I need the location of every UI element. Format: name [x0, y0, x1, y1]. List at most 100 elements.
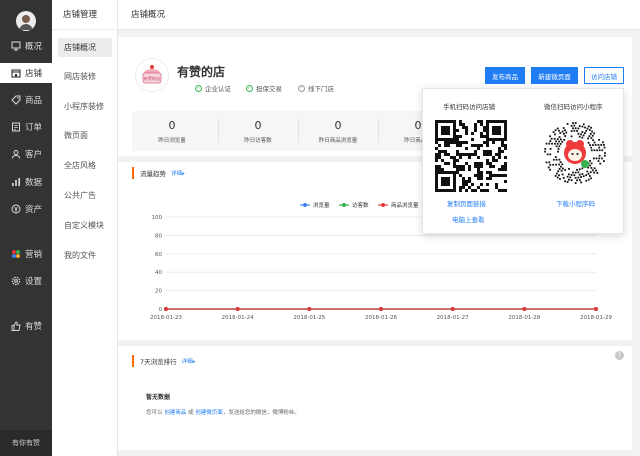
badge-enterprise-cert: ✓ 企业认证: [195, 83, 231, 93]
nav-customers[interactable]: 客户: [0, 144, 52, 164]
x-tick-label: 2018-01-26: [365, 315, 397, 321]
nav-assets[interactable]: 资产: [0, 199, 52, 219]
legend-marker: [303, 203, 307, 207]
nav-label: 有赞: [25, 322, 43, 332]
nav-label: 客户: [25, 150, 43, 160]
data-point: [164, 307, 168, 311]
phone-scan-title: 手机扫码访问店铺: [443, 103, 495, 111]
badge-offline-store: ✓ 线下门店: [298, 83, 334, 93]
subnav-item[interactable]: 小程序装修: [58, 97, 112, 116]
nav-overview[interactable]: 概况: [0, 36, 52, 56]
x-tick-label: 2018-01-24: [222, 315, 254, 321]
y-tick-label: 60: [155, 252, 162, 258]
y-tick-label: 20: [155, 289, 162, 295]
nav-label: 店铺: [25, 69, 43, 79]
sidebar-footer: 有你有赞: [0, 430, 52, 456]
download-mini-code-link[interactable]: 下载小程序码: [556, 198, 595, 208]
subnav-item[interactable]: 网店装修: [58, 67, 112, 86]
customer-icon: [10, 149, 21, 160]
shop-logo[interactable]: 有赞的店: [135, 58, 169, 92]
subnav-title: 店铺管理: [52, 0, 117, 30]
mini-program-code: [542, 120, 608, 186]
subnav-item[interactable]: 全店风格: [58, 156, 112, 175]
avatar[interactable]: [16, 11, 36, 31]
section-header: 7天浏览排行 详细▸: [132, 355, 195, 367]
nav-youzan[interactable]: 有赞: [0, 316, 52, 336]
thumb-up-icon: [10, 321, 21, 332]
legend-label: 访客数: [352, 201, 369, 209]
shop-name: 有赞的店: [177, 65, 226, 79]
hint-text: 或: [188, 410, 194, 416]
visit-shop-popover: 手机扫码访问店铺 微信扫码访问小程序 复制页面链接 电脑上查看 下载小程序码: [422, 88, 624, 234]
y-tick-label: 100: [152, 215, 163, 221]
x-tick-label: 2018-01-27: [437, 315, 469, 321]
legend-marker: [381, 203, 385, 207]
stat-item: 0 昨日访客数: [218, 111, 298, 151]
nav-label: 资产: [25, 205, 43, 215]
data-point: [235, 307, 240, 311]
data-point: [450, 307, 455, 311]
empty-title: 暂无数据: [146, 394, 171, 401]
page-header: 店铺概况: [118, 0, 640, 30]
tag-icon: [10, 95, 21, 106]
visit-shop-button[interactable]: 访问店铺: [584, 67, 624, 84]
monitor-icon: [10, 41, 21, 52]
hint-text: 您可以: [146, 410, 163, 416]
badge-label: 线下门店: [308, 85, 334, 93]
create-goods-link[interactable]: 创建商品: [164, 410, 186, 416]
subnav-item[interactable]: 公共广告: [58, 186, 112, 205]
help-icon[interactable]: ?: [615, 351, 624, 360]
subnav-item[interactable]: 我的文件: [58, 246, 112, 265]
stat-value: 0: [168, 119, 176, 132]
stat-item: 0 昨日商品浏览量: [298, 111, 378, 151]
legend-marker: [342, 203, 346, 207]
check-circle-icon: ✓: [298, 84, 305, 92]
nav-shop[interactable]: 店铺: [0, 63, 52, 83]
nav-label: 订单: [25, 123, 43, 133]
nav-label: 设置: [25, 277, 43, 287]
page-title: 店铺概况: [131, 10, 166, 20]
bar-chart-icon: [10, 177, 21, 188]
data-point: [307, 307, 312, 311]
new-micropage-button[interactable]: 新建微页面: [531, 67, 578, 84]
subnav-item[interactable]: 微页面: [58, 126, 112, 145]
nav-settings[interactable]: 设置: [0, 271, 52, 291]
section-title: 7天浏览排行: [140, 358, 177, 366]
ranking-card: 7天浏览排行 详细▸ ? 暂无数据 您可以 创建商品 或 创建微页面，发送给您的…: [118, 346, 632, 450]
data-point: [379, 307, 383, 311]
create-micropage-link[interactable]: 创建微页面: [195, 410, 223, 416]
check-circle-icon: ✓: [195, 84, 202, 92]
shop-icon: [10, 68, 21, 79]
x-tick-label: 2018-01-28: [508, 315, 540, 321]
gear-icon: [10, 276, 21, 287]
legend-label: 商品浏览量: [391, 201, 419, 209]
badge-guarantee-trade: ✓ 担保交易: [246, 83, 282, 93]
link-text: 详细: [181, 359, 193, 365]
view-on-pc-link[interactable]: 电脑上查看: [452, 214, 485, 224]
nav-label: 数据: [25, 178, 43, 188]
nav-goods[interactable]: 商品: [0, 90, 52, 110]
subnav-item[interactable]: 店铺概况: [58, 38, 112, 57]
x-tick-label: 2018-01-23: [150, 315, 182, 321]
shop-logo-cake-icon: 有赞的店: [142, 65, 162, 84]
check-circle-icon: ✓: [246, 84, 253, 92]
stat-value: 0: [254, 119, 262, 132]
y-tick-label: 0: [159, 307, 163, 313]
order-icon: [10, 122, 21, 133]
nav-marketing[interactable]: 营销: [0, 244, 52, 264]
nav-label: 概况: [25, 42, 43, 52]
subnav-item[interactable]: 自定义模块: [58, 216, 112, 235]
nav-orders[interactable]: 订单: [0, 117, 52, 137]
publish-goods-button[interactable]: 发布商品: [485, 67, 525, 84]
nav-label: 营销: [25, 250, 43, 260]
y-tick-label: 40: [155, 270, 162, 276]
copy-page-link[interactable]: 复制页面链接: [447, 198, 486, 208]
nav-data[interactable]: 数据: [0, 172, 52, 192]
y-tick-label: 80: [155, 233, 162, 239]
ranking-detail-link[interactable]: 详细▸: [182, 357, 196, 365]
badge-label: 担保交易: [256, 85, 282, 93]
x-tick-label: 2018-01-29: [580, 315, 612, 321]
hint-text: ，发送给您的微信，微博粉丝。: [222, 410, 300, 416]
stat-label: 昨日访客数: [244, 138, 272, 144]
x-tick-label: 2018-01-25: [293, 315, 325, 321]
